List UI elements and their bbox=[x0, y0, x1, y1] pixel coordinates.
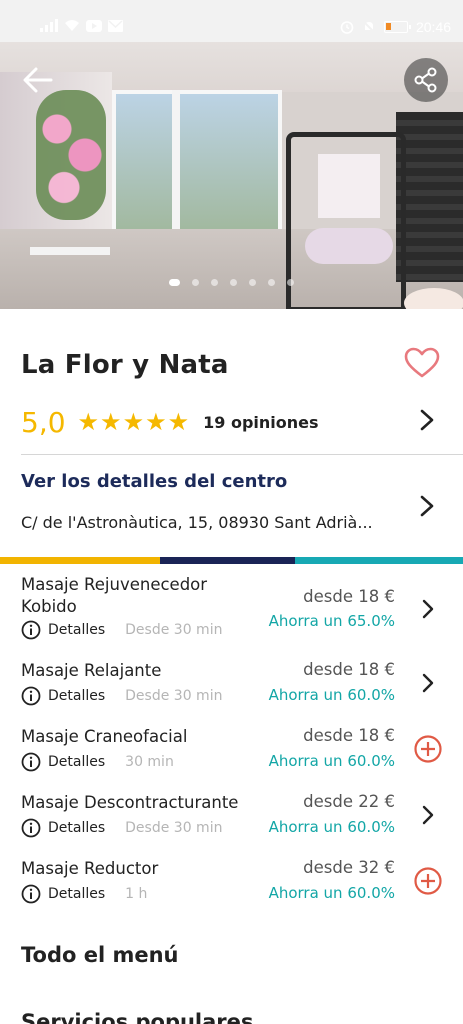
service-item[interactable]: Masaje Rejuvenecedor Kobido Detalles Des… bbox=[0, 568, 463, 654]
service-name: Masaje Craneofacial bbox=[21, 727, 188, 746]
service-duration: Desde 30 min bbox=[125, 622, 223, 638]
service-duration: 1 h bbox=[125, 886, 148, 902]
service-price: desde 18 € bbox=[303, 660, 395, 679]
service-item[interactable]: Masaje Craneofacial Detalles 30 min desd… bbox=[0, 720, 463, 786]
share-icon bbox=[414, 67, 437, 93]
details-link[interactable]: Detalles bbox=[48, 754, 105, 770]
carousel-dot[interactable] bbox=[169, 279, 180, 286]
service-saving: Ahorra un 60.0% bbox=[268, 884, 395, 902]
service-name: Masaje Descontracturante bbox=[21, 793, 239, 812]
star-icon: ★ bbox=[77, 408, 100, 436]
info-icon[interactable] bbox=[21, 884, 41, 904]
service-saving: Ahorra un 60.0% bbox=[268, 818, 395, 836]
info-icon[interactable] bbox=[21, 818, 41, 838]
service-price: desde 22 € bbox=[303, 792, 395, 811]
service-meta: Detalles 1 h bbox=[21, 884, 147, 904]
star-icon: ★ bbox=[145, 408, 167, 436]
share-button[interactable] bbox=[404, 58, 448, 102]
arrow-left-icon bbox=[23, 67, 53, 93]
carousel-dot[interactable] bbox=[287, 279, 294, 286]
full-menu-heading[interactable]: Todo el menú bbox=[21, 943, 179, 967]
business-name: La Flor y Nata bbox=[21, 350, 229, 380]
service-name: Masaje Relajante bbox=[21, 661, 162, 680]
service-meta: Detalles Desde 30 min bbox=[21, 818, 222, 838]
alarm-icon bbox=[340, 21, 354, 34]
wifi-icon bbox=[65, 20, 79, 31]
service-duration: Desde 30 min bbox=[125, 820, 223, 836]
reviews-link: 19 opiniones bbox=[203, 412, 319, 432]
details-link[interactable]: Detalles bbox=[48, 622, 105, 638]
service-chevron[interactable] bbox=[413, 594, 443, 624]
star-rating: ★ ★ ★ ★ ★ bbox=[78, 410, 190, 434]
service-meta: Detalles Desde 30 min bbox=[21, 620, 222, 640]
add-service-button[interactable] bbox=[413, 734, 443, 764]
chevron-right-icon bbox=[420, 409, 434, 431]
center-details-link[interactable]: Ver los detalles del centro bbox=[21, 471, 287, 492]
service-name: Masaje Reductor bbox=[21, 859, 159, 878]
chevron-right-icon bbox=[420, 495, 434, 517]
service-item[interactable]: Masaje Reductor Detalles 1 h desde 32 € … bbox=[0, 852, 463, 918]
star-icon: ★ bbox=[122, 408, 145, 436]
service-chevron[interactable] bbox=[413, 800, 443, 830]
chevron-right-icon bbox=[422, 599, 434, 619]
signal-icon bbox=[40, 19, 58, 32]
service-meta: Detalles 30 min bbox=[21, 752, 174, 772]
carousel-dot[interactable] bbox=[268, 279, 275, 286]
service-chevron[interactable] bbox=[413, 668, 443, 698]
carousel-dot[interactable] bbox=[249, 279, 256, 286]
status-bar: 20:46 bbox=[0, 0, 463, 42]
carousel-dot[interactable] bbox=[192, 279, 199, 286]
details-link[interactable]: Detalles bbox=[48, 688, 105, 704]
chevron-right-icon bbox=[422, 673, 434, 693]
service-price: desde 32 € bbox=[303, 858, 395, 877]
service-price: desde 18 € bbox=[303, 726, 395, 745]
service-name: Masaje Rejuvenecedor Kobido bbox=[21, 575, 208, 616]
rating-row[interactable]: 5,0 ★ ★ ★ ★ ★ 19 opiniones bbox=[21, 402, 441, 442]
center-details-chevron[interactable] bbox=[418, 494, 436, 522]
info-icon[interactable] bbox=[21, 686, 41, 706]
service-price: desde 18 € bbox=[303, 587, 395, 606]
service-saving: Ahorra un 60.0% bbox=[268, 752, 395, 770]
popular-services-heading: Servicios populares bbox=[21, 1010, 254, 1024]
reviews-chevron[interactable] bbox=[418, 408, 436, 436]
divider bbox=[21, 454, 463, 455]
status-time: 20:46 bbox=[415, 19, 451, 35]
salon-photo-carousel[interactable] bbox=[0, 42, 463, 309]
details-link[interactable]: Detalles bbox=[48, 886, 105, 902]
plus-circle-icon bbox=[414, 867, 442, 895]
status-icons-right: 20:46 bbox=[340, 19, 451, 35]
service-saving: Ahorra un 65.0% bbox=[268, 612, 395, 630]
carousel-dot[interactable] bbox=[230, 279, 237, 286]
back-button[interactable] bbox=[18, 60, 58, 100]
service-duration: 30 min bbox=[125, 754, 174, 770]
info-icon[interactable] bbox=[21, 620, 41, 640]
address: C/ de l'Astronàutica, 15, 08930 Sant Adr… bbox=[21, 513, 373, 532]
battery-icon bbox=[383, 21, 411, 33]
service-saving: Ahorra un 60.0% bbox=[268, 686, 395, 704]
star-icon: ★ bbox=[100, 408, 122, 436]
favorite-button[interactable] bbox=[404, 347, 440, 383]
service-meta: Detalles Desde 30 min bbox=[21, 686, 222, 706]
carousel-dot[interactable] bbox=[211, 279, 218, 286]
service-list: Masaje Rejuvenecedor Kobido Detalles Des… bbox=[0, 568, 463, 918]
mail-icon bbox=[108, 20, 123, 32]
carousel-indicator bbox=[0, 279, 463, 286]
star-icon: ★ bbox=[167, 408, 190, 436]
brand-color-bar bbox=[0, 557, 463, 564]
add-service-button[interactable] bbox=[413, 866, 443, 896]
status-icons-left bbox=[40, 19, 123, 32]
details-link[interactable]: Detalles bbox=[48, 820, 105, 836]
rating-value: 5,0 bbox=[21, 405, 66, 439]
flower-decoration bbox=[36, 90, 106, 220]
service-item[interactable]: Masaje Descontracturante Detalles Desde … bbox=[0, 786, 463, 852]
service-duration: Desde 30 min bbox=[125, 688, 223, 704]
service-item[interactable]: Masaje Relajante Detalles Desde 30 min d… bbox=[0, 654, 463, 720]
chevron-right-icon bbox=[422, 805, 434, 825]
heart-icon bbox=[404, 347, 440, 378]
info-icon[interactable] bbox=[21, 752, 41, 772]
mute-icon bbox=[362, 20, 376, 34]
plus-circle-icon bbox=[414, 735, 442, 763]
youtube-icon bbox=[86, 20, 102, 32]
